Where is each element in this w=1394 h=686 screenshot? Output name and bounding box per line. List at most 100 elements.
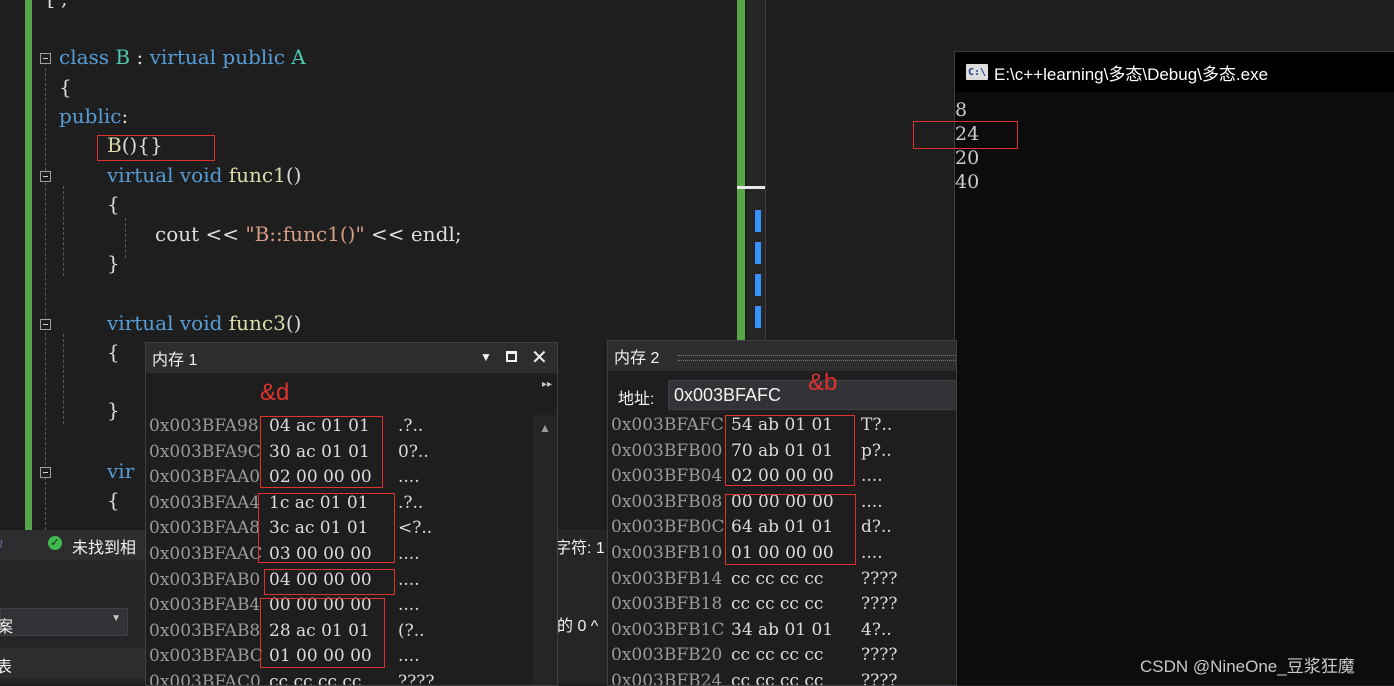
console-window[interactable]: C:\ E:\c++learning\多态\Debug\多态.exe 8 24 … — [913, 51, 1394, 685]
code-token: << — [205, 222, 246, 246]
memory-2-title: 内存 2 — [614, 350, 660, 367]
code-token: virtual — [149, 45, 223, 69]
memory-ascii: (?.. — [398, 620, 425, 641]
scroll-marker — [755, 210, 761, 232]
memory-1-titlebar[interactable]: 内存 1 ▼ ✕ — [146, 343, 557, 373]
memory-address: 0x003BFB20 — [611, 645, 723, 666]
memory-bytes[interactable]: 34 ab 01 01 — [731, 620, 833, 640]
dropdown-icon[interactable]: ▼ — [480, 350, 492, 364]
code-token: endl; — [410, 222, 462, 246]
highlight-constructor-box — [97, 135, 215, 161]
address-label: 地址: — [618, 391, 655, 408]
code-token: func3 — [228, 311, 286, 335]
code-token: { — [107, 192, 120, 216]
code-token: "B::func1()" — [245, 222, 365, 246]
maximize-icon[interactable] — [506, 351, 517, 362]
code-line-fragment: [ , — [47, 0, 68, 10]
code-line: { — [107, 340, 120, 364]
highlight-box — [264, 569, 395, 595]
memory-address: 0x003BFAA0 — [149, 467, 261, 488]
outline-line — [63, 334, 64, 424]
memory-1-title: 内存 1 — [152, 352, 198, 369]
memory-ascii: .... — [861, 543, 883, 563]
editor-scrollbar[interactable] — [737, 0, 765, 340]
scroll-thumb-marker — [737, 186, 765, 189]
memory-ascii: .... — [398, 595, 420, 616]
memory-ascii: .... — [861, 491, 883, 512]
annotation-d: &d — [260, 379, 290, 406]
memory-ascii: ???? — [861, 645, 898, 666]
memory-ascii: <?.. — [398, 518, 433, 539]
code-line: { — [107, 488, 120, 512]
memory-address: 0x003BFAB8 — [149, 620, 261, 641]
highlight-box — [260, 416, 383, 488]
code-token: void — [179, 163, 229, 187]
highlight-24-box — [913, 121, 1018, 149]
code-token: () — [285, 163, 302, 187]
memory-ascii: .... — [398, 646, 420, 667]
memory-address: 0x003BFB0C — [611, 517, 725, 538]
code-token: void — [179, 311, 229, 335]
memory-address: 0x003BFB14 — [611, 568, 723, 589]
code-line: virtual void func1() — [107, 163, 301, 187]
code-token: virtual — [107, 163, 180, 187]
annotation-b: &b — [808, 369, 838, 396]
collapse-func3-icon[interactable] — [40, 319, 51, 330]
solution-combo[interactable]: 案 ▼ — [0, 608, 128, 636]
overflow-icon[interactable]: ▸▸ — [542, 379, 552, 390]
memory-bytes[interactable]: cc cc cc cc — [731, 594, 823, 614]
memory-address: 0x003BFB04 — [611, 466, 723, 487]
code-line: vir — [107, 459, 134, 483]
code-token: } — [107, 251, 120, 275]
memory-window-1[interactable]: 内存 1 ▼ ✕ ▸▸ &d 0x003BFA98 04 ac 01 01.?..… — [145, 342, 558, 686]
code-token: virtual — [107, 311, 180, 335]
memory-address: 0x003BFAA8 — [149, 518, 261, 539]
memory-address: 0x003BFAA4 — [149, 492, 261, 513]
memory-ascii: d?.. — [861, 517, 892, 538]
highlight-box — [258, 493, 395, 563]
code-line: public: — [59, 104, 128, 128]
lightbulb-icon: ♀ — [0, 536, 6, 553]
memory-ascii: .... — [398, 467, 420, 488]
highlight-box — [725, 494, 856, 565]
collapse-func-icon[interactable] — [40, 467, 51, 478]
scroll-up-icon[interactable]: ▲ — [539, 421, 551, 435]
grip-handle[interactable] — [678, 355, 956, 361]
code-token: cout — [155, 222, 206, 246]
memory-address: 0x003BFB1C — [611, 619, 725, 640]
code-token: class — [59, 45, 116, 69]
code-token: << — [364, 222, 411, 246]
memory-2-titlebar[interactable]: 内存 2 — [608, 341, 956, 371]
memory-ascii: ???? — [861, 568, 898, 589]
memory-1-scrollbar[interactable]: ▲ — [533, 415, 557, 685]
memory-bytes[interactable]: cc cc cc cc — [731, 645, 823, 665]
memory-ascii: .... — [861, 466, 883, 487]
collapse-class-b-icon[interactable] — [40, 53, 51, 64]
find-status-bar: ♀ ✓ 未找到相 — [0, 530, 150, 560]
memory-ascii: .?.. — [398, 416, 424, 436]
close-icon[interactable]: ✕ — [531, 345, 548, 370]
outline-line — [45, 68, 46, 530]
scroll-marker — [755, 306, 761, 328]
memory-address: 0x003BFAFC — [611, 415, 724, 435]
console-title: E:\c++learning\多态\Debug\多态.exe — [994, 64, 1269, 84]
outline-line — [125, 218, 126, 258]
check-icon: ✓ — [48, 536, 62, 550]
console-line: 8 — [955, 99, 968, 121]
code-line: } — [107, 251, 120, 275]
memory-ascii: 4?.. — [861, 619, 892, 640]
code-token: { — [107, 340, 120, 364]
console-app-icon: C:\ — [966, 64, 988, 80]
collapse-func1-icon[interactable] — [40, 171, 51, 182]
chevron-down-icon: ▼ — [111, 613, 121, 624]
memory-ascii: .... — [398, 544, 420, 564]
memory-ascii: ???? — [861, 594, 898, 615]
console-titlebar[interactable]: C:\ E:\c++learning\多态\Debug\多态.exe — [955, 52, 1394, 92]
memory-window-2[interactable]: 内存 2 地址: &b 0x003BFAFC54 ab 01 01T?..0x0… — [607, 340, 957, 686]
memory-bytes[interactable]: cc cc cc cc — [731, 569, 823, 589]
code-line: } — [107, 398, 120, 422]
highlight-box — [725, 415, 855, 486]
memory-address: 0x003BFB00 — [611, 440, 723, 461]
search-result-text: 未找到相 — [72, 540, 137, 557]
code-token: B — [115, 45, 131, 69]
